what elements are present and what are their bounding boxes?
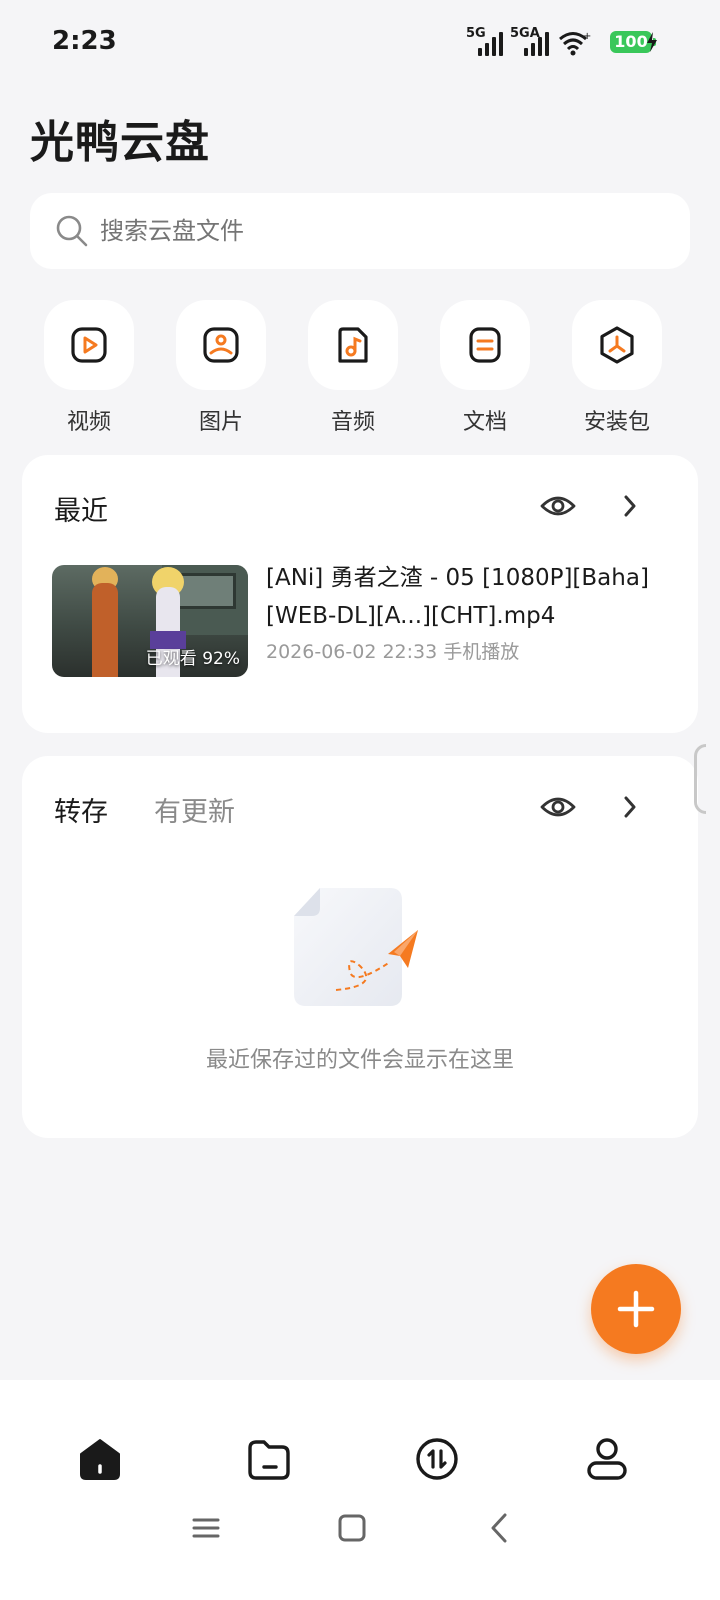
category-document[interactable]: 文档 [440, 300, 530, 436]
category-label: 视频 [66, 410, 111, 435]
category-label: 音频 [330, 410, 375, 435]
signal-5g-icon: 5G [466, 26, 506, 56]
recent-card: 最近 已观看 92% [ANi] 勇者之渣 - 05 [1080P][Baha]… [22, 455, 698, 733]
category-video[interactable]: 视频 [44, 300, 134, 436]
eye-icon[interactable] [540, 793, 576, 821]
back-icon[interactable] [480, 1508, 520, 1548]
category-image-button[interactable] [176, 300, 266, 390]
add-button[interactable] [591, 1264, 681, 1354]
nav-home[interactable] [77, 1436, 123, 1482]
wifi-icon: + [559, 31, 591, 56]
profile-icon [587, 1438, 627, 1480]
image-icon [203, 327, 239, 363]
category-label: 图片 [198, 410, 243, 435]
category-video-button[interactable] [44, 300, 134, 390]
signal-5ga-icon: 5GA [510, 26, 554, 56]
chevron-right-icon[interactable] [620, 493, 640, 519]
empty-state-text: 最近保存过的文件会显示在这里 [205, 1048, 514, 1073]
nav-files[interactable] [246, 1436, 292, 1482]
tab-transfer[interactable]: 转存 [54, 790, 108, 829]
search-icon [56, 215, 88, 247]
search-bar[interactable] [30, 193, 690, 269]
category-image[interactable]: 图片 [176, 300, 266, 436]
nav-transfers[interactable] [414, 1436, 460, 1482]
video-thumbnail[interactable]: 已观看 92% [52, 565, 248, 677]
video-icon [71, 327, 107, 363]
search-input[interactable] [100, 213, 660, 249]
status-bar: 2:23 5G 5GA + 100 [0, 0, 720, 88]
side-edge-handle[interactable] [694, 744, 706, 814]
home-icon [80, 1439, 120, 1480]
recent-title: 最近 [54, 496, 108, 527]
plus-icon [617, 1290, 655, 1328]
empty-file-illustration [294, 888, 418, 1006]
home-square-icon[interactable] [332, 1508, 372, 1548]
eye-icon[interactable] [540, 492, 576, 520]
nav-profile[interactable] [584, 1436, 630, 1482]
file-meta: 2026-06-02 22:33 手机播放 [266, 641, 520, 663]
folder-icon [248, 1440, 290, 1480]
bottom-navigation [0, 1380, 720, 1600]
transfer-icon [416, 1438, 458, 1480]
menu-icon[interactable] [186, 1508, 226, 1548]
document-icon [469, 327, 501, 363]
category-document-button[interactable] [440, 300, 530, 390]
svg-text:+: + [583, 31, 591, 42]
watched-progress: 已观看 92% [145, 649, 240, 669]
category-package[interactable]: 安装包 [572, 300, 662, 436]
category-label: 安装包 [583, 410, 650, 435]
charging-icon [647, 32, 657, 52]
audio-icon [338, 327, 368, 363]
chevron-right-icon[interactable] [620, 794, 640, 820]
page-title: 光鸭云盘 [30, 117, 210, 168]
category-label: 文档 [462, 410, 507, 435]
status-time: 2:23 [52, 26, 117, 56]
category-audio-button[interactable] [308, 300, 398, 390]
transfer-card: 转存 有更新 最近保存过的文件会显示在这里 [22, 756, 698, 1138]
package-icon [600, 326, 634, 364]
cloud-drive-home: 2:23 5G 5GA + 100 光鸭云盘 搜索云盘文件 视频 图片 音频 文… [0, 0, 720, 1600]
category-audio[interactable]: 音频 [308, 300, 398, 436]
file-name[interactable]: [ANi] 勇者之渣 - 05 [1080P][Baha][WEB-DL][A.… [266, 559, 666, 635]
category-package-button[interactable] [572, 300, 662, 390]
tab-updates[interactable]: 有更新 [154, 790, 235, 829]
